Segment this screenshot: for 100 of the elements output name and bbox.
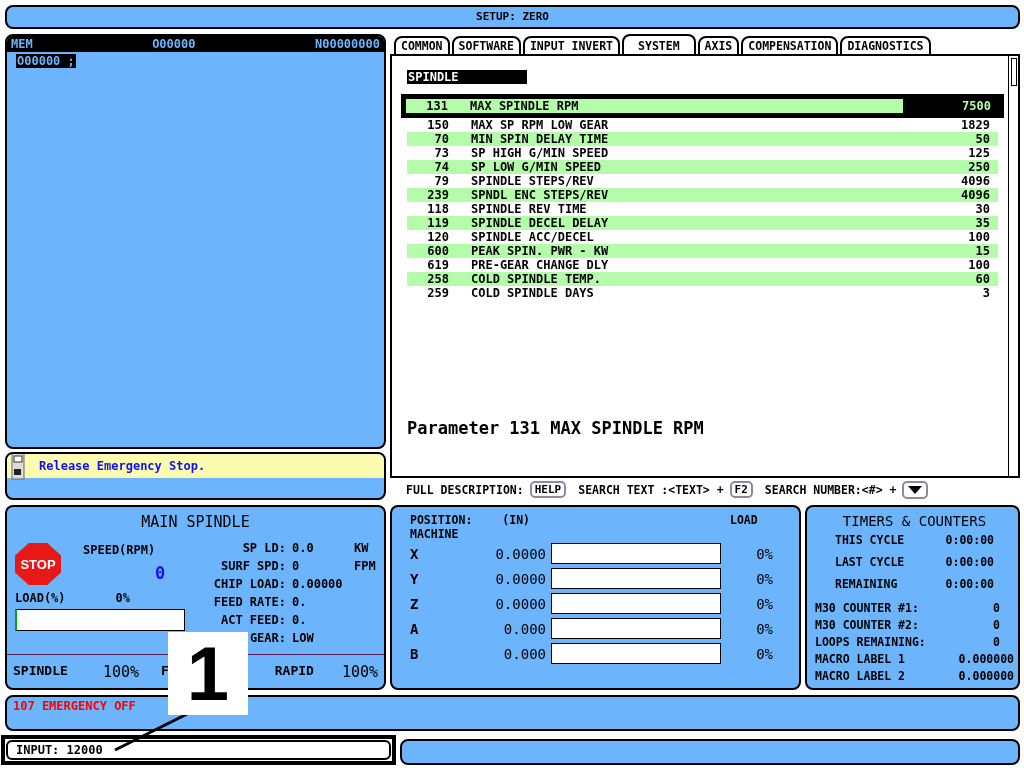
axis-value: 0.0000	[494, 570, 546, 587]
axis-load: 0%	[755, 620, 773, 637]
axis-value: 0.000	[502, 645, 546, 662]
counter-value: 0	[993, 617, 1001, 632]
stat-unit: KW	[354, 541, 370, 555]
stat-value: 0.	[292, 595, 308, 609]
timer-label: LAST CYCLE	[835, 555, 905, 569]
timer-value: 0:00:00	[945, 533, 994, 547]
axis-load: 0%	[755, 595, 773, 612]
stat-value: LOW	[292, 631, 315, 645]
parameter-row[interactable]: 259 COLD SPINDLE DAYS 3	[407, 285, 998, 300]
load-label: LOAD(%)	[15, 591, 66, 605]
stat-label: CHIP LOAD:	[213, 577, 286, 591]
panel-title: TIMERS & COUNTERS	[842, 513, 987, 529]
stat-label: SURF SPD:	[219, 559, 286, 573]
counter-label: MACRO LABEL 2	[815, 668, 905, 683]
help-label: SEARCH TEXT :<TEXT> +	[578, 482, 724, 497]
screen-header: SETUP: ZERO	[5, 5, 1020, 29]
parameter-row[interactable]: 73 SP HIGH G/MIN SPEED 125	[407, 145, 998, 160]
help-label: FULL DESCRIPTION:	[406, 482, 524, 497]
counter-label: M30 COUNTER #1:	[815, 600, 919, 615]
parameter-row[interactable]: 74 SP LOW G/MIN SPEED 250	[407, 159, 998, 174]
settings-tab[interactable]: DIAGNOSTICS	[840, 35, 931, 56]
settings-tab[interactable]: SYSTEM	[622, 33, 696, 56]
sequence-number: N00000000	[314, 36, 380, 51]
timer-value: 0:00:00	[945, 577, 994, 591]
axis-value: 0.000	[502, 620, 546, 637]
parameter-row[interactable]: 619 PRE-GEAR CHANGE DLY 100	[407, 257, 998, 272]
timer-value: 0:00:00	[945, 555, 994, 569]
counter-value: 0.000000	[958, 651, 1014, 666]
stat-value: 0.00000	[292, 577, 344, 591]
speed-label: SPEED(RPM)	[83, 543, 156, 557]
mode-label: MACHINE	[410, 527, 460, 541]
settings-tab[interactable]: COMMON	[394, 35, 450, 56]
counter-value: 0.000000	[958, 668, 1014, 683]
counter-value: 0	[993, 634, 1001, 649]
counter-value: 0	[993, 600, 1001, 615]
parameter-row[interactable]: 150 MAX SP RPM LOW GEAR 1829	[407, 117, 998, 132]
pendant-lock-icon	[11, 454, 25, 480]
axis-load: 0%	[755, 645, 773, 662]
axis-value: 0.0000	[494, 545, 546, 562]
panel-title: MAIN SPINDLE	[141, 513, 250, 531]
stat-value: 0	[292, 559, 301, 573]
parameter-row[interactable]: 239 SPNDL ENC STEPS/REV 4096	[407, 187, 998, 202]
parameter-row[interactable]: 118 SPINDLE REV TIME 30	[407, 201, 998, 216]
message-text: Release Emergency Stop.	[39, 459, 206, 473]
load-value: 0%	[115, 591, 131, 605]
stat-label: FEED RATE:	[213, 595, 286, 609]
speed-value: 0	[155, 563, 166, 583]
parameter-row[interactable]: 70 MIN SPIN DELAY TIME 50	[407, 131, 998, 146]
parameter-row[interactable]: 131 MAX SPINDLE RPM 7500	[406, 98, 999, 113]
counter-label: LOOPS REMAINING:	[815, 634, 926, 649]
parameter-row[interactable]: 600 PEAK SPIN. PWR - KW 15	[407, 243, 998, 258]
axis-label: X	[410, 545, 420, 562]
stat-label: ACT FEED:	[219, 613, 286, 627]
stat-unit: FPM	[354, 559, 377, 573]
counter-label: M30 COUNTER #2:	[815, 617, 919, 632]
caret-down-icon	[907, 484, 924, 495]
stop-sign: STOP	[15, 543, 61, 585]
override-value: 100%	[103, 662, 141, 681]
timer-label: REMAINING	[835, 577, 898, 591]
stat-value: 0.0	[292, 541, 315, 555]
help-label: SEARCH NUMBER:<#> +	[764, 482, 897, 497]
override-value: 100%	[341, 662, 378, 681]
axis-value: 0.0000	[494, 595, 546, 612]
parameter-row[interactable]: 258 COLD SPINDLE TEMP. 60	[407, 271, 998, 286]
axis-label: Z	[410, 595, 420, 612]
settings-tab[interactable]: INPUT INVERT	[522, 35, 621, 56]
program-number: O00000	[152, 36, 196, 51]
mode-label: MEM	[11, 36, 33, 51]
counter-label: MACRO LABEL 1	[815, 651, 905, 666]
position-title: POSITION:	[410, 513, 473, 527]
timer-label: THIS CYCLE	[835, 533, 905, 547]
settings-tab[interactable]: COMPENSATION	[741, 35, 839, 56]
parameter-row[interactable]: 79 SPINDLE STEPS/REV 4096	[407, 173, 998, 188]
axis-label: Y	[410, 570, 420, 587]
axis-label: A	[410, 620, 420, 637]
axis-load: 0%	[755, 570, 773, 587]
parameter-description: Parameter 131 MAX SPINDLE RPM	[407, 417, 705, 438]
down-arrow-key[interactable]	[902, 480, 929, 499]
scrollbar[interactable]	[1008, 55, 1018, 476]
parameter-row[interactable]: 119 SPINDLE DECEL DELAY 35	[407, 215, 998, 230]
input-field[interactable]: INPUT: 12000	[6, 740, 391, 760]
callout-label: 1	[168, 632, 248, 715]
axis-load: 0%	[755, 545, 773, 562]
alarm-text: 107 EMERGENCY OFF	[13, 699, 136, 714]
load-heading: LOAD	[730, 513, 758, 529]
axis-label: B	[410, 645, 420, 662]
key-button[interactable]: F2	[729, 481, 753, 499]
override-label: SPINDLE	[13, 662, 69, 680]
stat-label: SP LD:	[241, 541, 286, 555]
settings-tab[interactable]: SOFTWARE	[451, 35, 521, 56]
units-label: (IN)	[502, 513, 530, 527]
stat-value: 0.	[292, 613, 308, 627]
override-label: F	[161, 662, 169, 680]
parameter-row[interactable]: 120 SPINDLE ACC/DECEL 100	[407, 229, 998, 244]
stat-label: GEAR:	[248, 631, 286, 645]
override-label: RAPID	[274, 662, 314, 680]
key-button[interactable]: HELP	[529, 481, 567, 499]
settings-tab[interactable]: AXIS	[697, 35, 740, 56]
